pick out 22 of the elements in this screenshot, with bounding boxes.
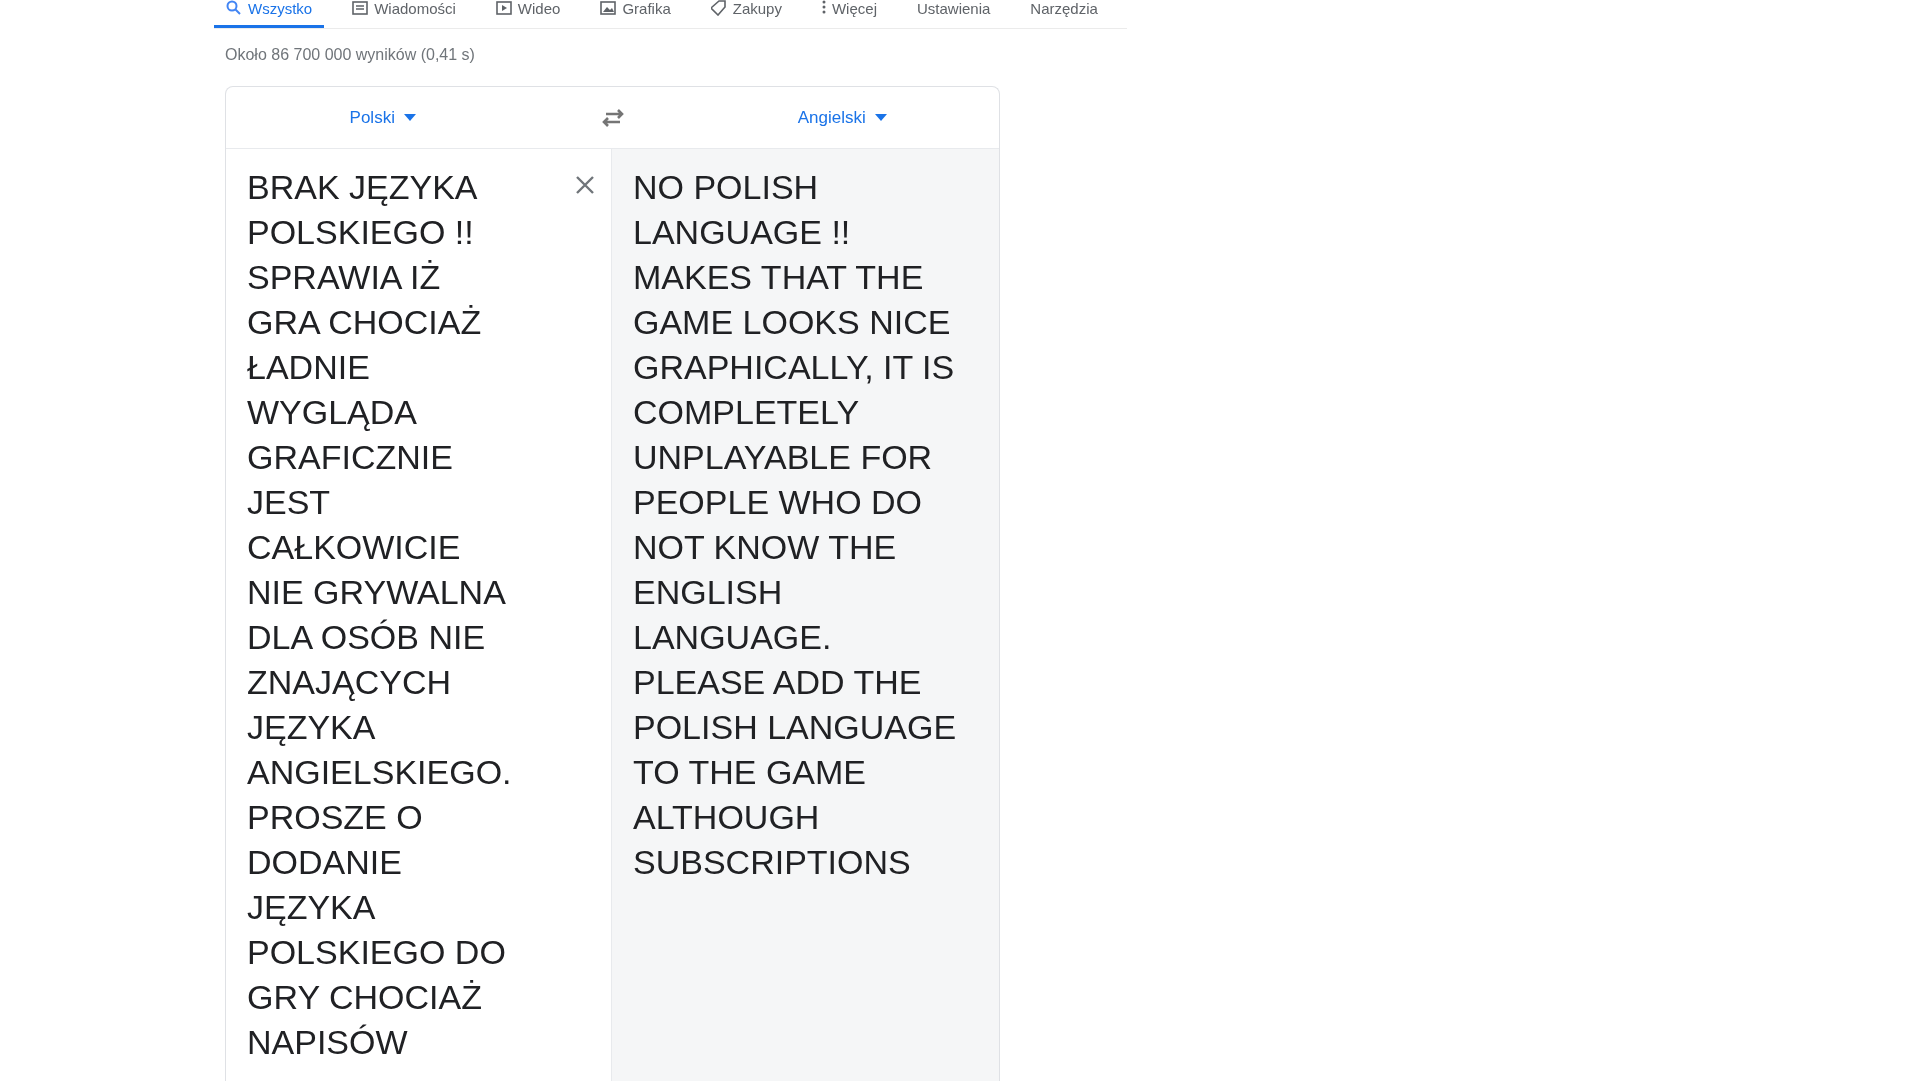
tag-icon <box>710 0 727 16</box>
nav-tab[interactable]: Wiadomości <box>340 0 468 28</box>
source-text[interactable]: BRAK JĘZYKA POLSKIEGO !! SPRAWIA IŻ GRA CHOCIAŻ ŁADNIE WYGLĄDA GRAFICZNIE JEST CAŁKOWICIE NIE GRYWALNA DLA OSÓB NIE ZNAJĄCYCH JĘZYKA ANGIELSKIEGO. PROSZE O DODANIE JĘZYKA POLSKIEGO DO GRY CHOCIAŻ NAPISÓW <box>247 165 515 1081</box>
more-icon <box>821 0 826 14</box>
image-icon <box>600 0 617 16</box>
target-language-dropdown[interactable]: Angielski <box>685 106 999 129</box>
nav-tab[interactable]: Narzędzia <box>1018 0 1110 28</box>
caret-icon <box>874 114 887 121</box>
nav-tab[interactable]: Grafika <box>588 0 683 28</box>
nav-tab[interactable]: Zakupy <box>698 0 794 28</box>
source-language-dropdown[interactable]: Polski <box>226 106 540 129</box>
caret-icon <box>403 114 416 121</box>
search-icon <box>226 0 242 16</box>
translated-text: NO POLISH LANGUAGE !! MAKES THAT THE GAME LOOKS NICE GRAPHICALLY, IT IS COMPLETELY UNPLAYABLE FOR PEOPLE WHO DO NOT KNOW THE ENGLISH LANGUAGE. PLEASE ADD THE POLISH LANGUAGE TO THE GAME ALTHOUGH SUBSCRIPTIONS <box>633 167 958 883</box>
result-stats: Około 86 700 000 wyników (0,41 s) <box>225 45 476 65</box>
video-icon <box>495 0 512 16</box>
nav-tab[interactable]: Wideo <box>483 0 573 28</box>
nav-tab[interactable]: Wszystko <box>214 0 325 28</box>
nav-tab[interactable]: Więcej <box>809 0 889 28</box>
close-icon[interactable] <box>575 175 595 195</box>
newspaper-icon <box>352 0 369 16</box>
nav-tab[interactable]: Ustawienia <box>904 0 1003 28</box>
